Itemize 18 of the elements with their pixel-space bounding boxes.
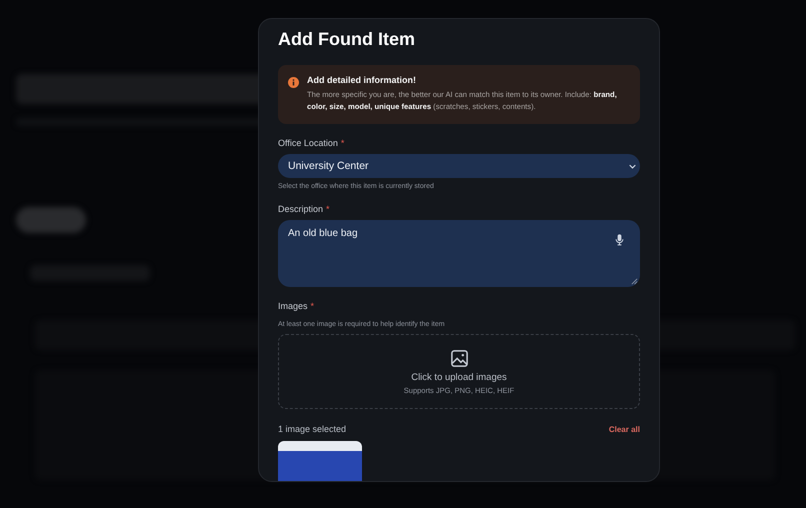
microphone-icon[interactable] [615, 234, 624, 246]
required-mark: * [326, 204, 330, 214]
image-icon [450, 348, 468, 368]
field-label: Description [278, 204, 324, 214]
field-label: Images [278, 301, 308, 311]
resize-grip-icon[interactable] [631, 278, 638, 285]
field-label: Office Location [278, 138, 338, 148]
chevron-down-icon [629, 164, 636, 168]
required-mark: * [340, 138, 344, 148]
modal-title: Add Found Item [278, 29, 416, 50]
upload-prompt: Click to upload images [411, 372, 507, 382]
info-icon [288, 77, 299, 88]
clear-all-link[interactable]: Clear all [608, 424, 640, 434]
description-field[interactable]: An old blue bag [278, 220, 640, 287]
selected-count: 1 image selected [278, 424, 346, 434]
notice-title: Add detailed information! [307, 75, 417, 85]
location-select[interactable]: University Center [278, 154, 640, 178]
required-mark: * [310, 301, 314, 311]
